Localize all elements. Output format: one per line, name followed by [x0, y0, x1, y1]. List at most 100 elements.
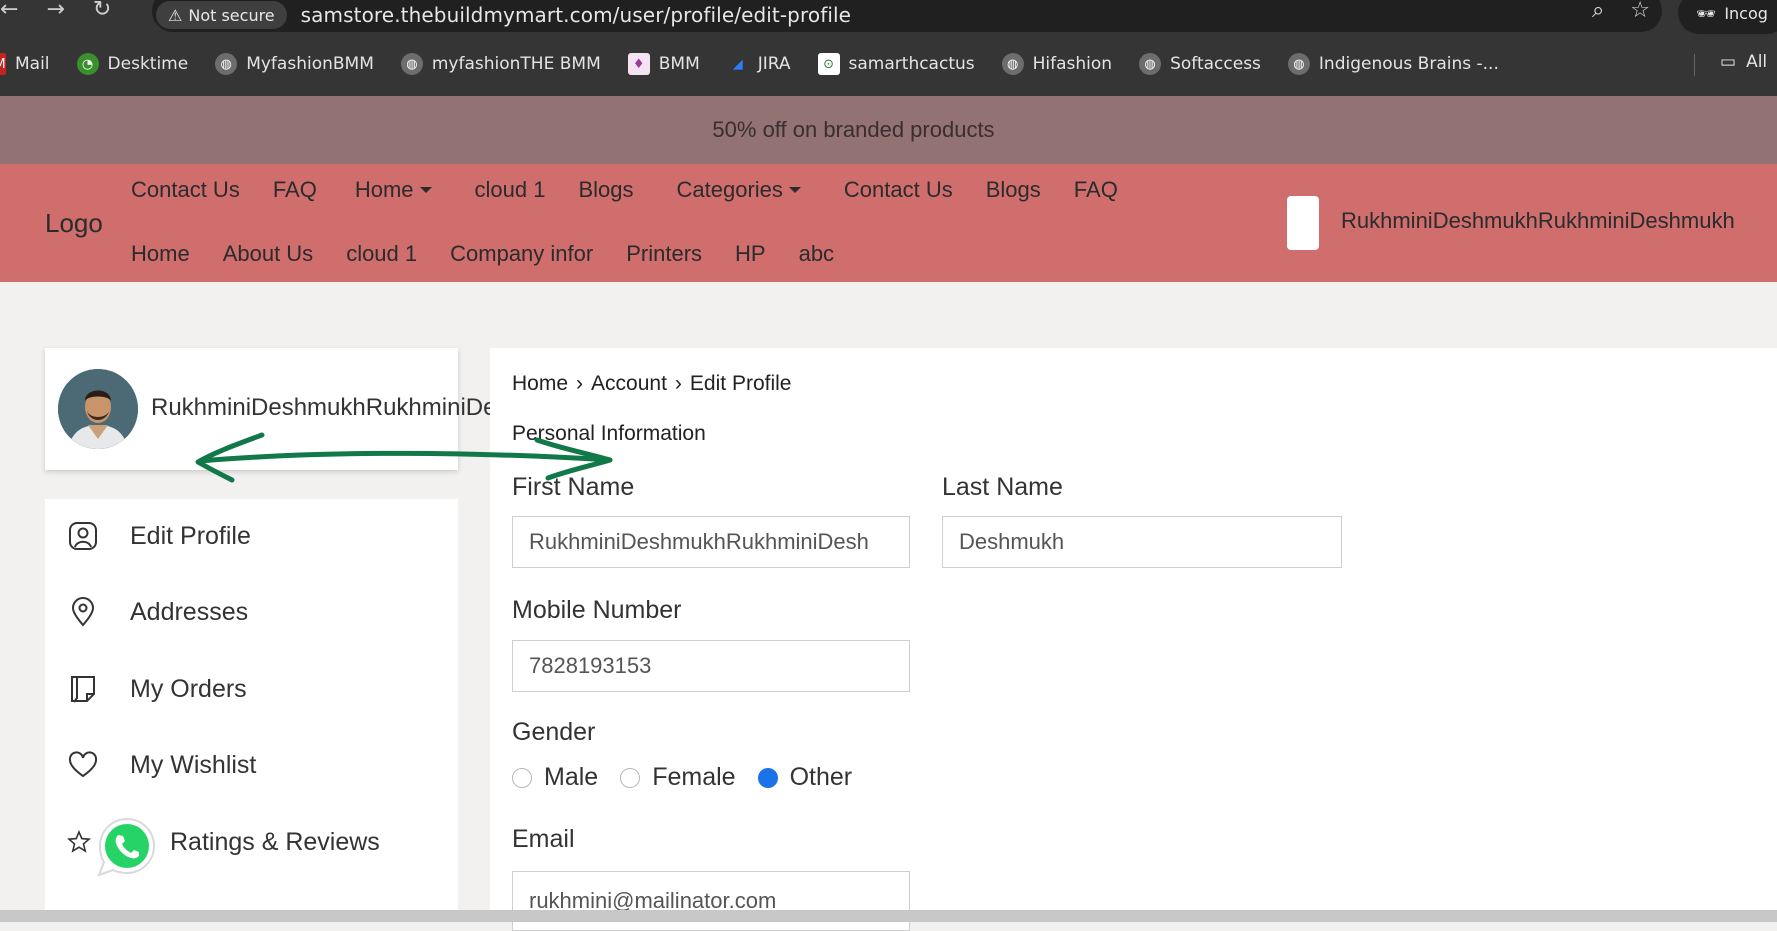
- breadcrumb-account[interactable]: Account: [591, 372, 667, 395]
- nav-faq-2[interactable]: FAQ: [1074, 177, 1118, 203]
- first-name-label: First Name: [512, 473, 635, 501]
- all-bookmarks[interactable]: ▭ All: [1720, 52, 1767, 72]
- gender-option-other[interactable]: Other: [757, 763, 852, 792]
- site-logo[interactable]: Logo: [45, 208, 103, 239]
- address-bar[interactable]: ⚠ Not secure samstore.thebuildmymart.com…: [152, 0, 1662, 32]
- menu-my-orders[interactable]: My Orders: [45, 659, 458, 719]
- bookmark-indigenous-brains[interactable]: ◍ Indigenous Brains -...: [1287, 53, 1499, 75]
- chevron-right-icon: ›: [674, 372, 682, 395]
- horizontal-scrollbar[interactable]: [0, 910, 1777, 922]
- menu-label: Edit Profile: [130, 521, 251, 550]
- nav-faq[interactable]: FAQ: [273, 177, 317, 203]
- promo-text: 50% off on branded products: [712, 117, 995, 142]
- bookmark-desktime[interactable]: ◔ Desktime: [76, 53, 188, 75]
- incognito-chip[interactable]: 🕶 Incog: [1678, 0, 1777, 34]
- bookmark-myfashionthebmm[interactable]: ◍ myfashionTHE BMM: [400, 53, 601, 75]
- bookmark-bmm[interactable]: ♦ BMM: [627, 53, 700, 75]
- menu-edit-profile[interactable]: Edit Profile: [45, 506, 458, 566]
- nav-blogs[interactable]: Blogs: [578, 177, 633, 203]
- last-name-input[interactable]: [942, 516, 1342, 568]
- profile-card: RukhminiDeshmukhRukhminiDeshmukh: [45, 348, 581, 470]
- nav-contact-us-2[interactable]: Contact Us: [844, 177, 953, 203]
- gender-label: Gender: [512, 718, 596, 746]
- menu-label: My Orders: [130, 674, 247, 703]
- security-chip[interactable]: ⚠ Not secure: [156, 1, 287, 29]
- last-name-label: Last Name: [942, 473, 1063, 501]
- browser-nav: ← → ↻: [0, 0, 139, 21]
- nav-blogs-2[interactable]: Blogs: [986, 177, 1041, 203]
- incognito-icon: 🕶: [1696, 3, 1717, 23]
- section-title: Personal Information: [512, 422, 706, 445]
- nav-company-info[interactable]: Company infor: [450, 241, 593, 267]
- menu-my-wishlist[interactable]: My Wishlist: [45, 735, 458, 795]
- header-search-box[interactable]: [1287, 196, 1319, 250]
- email-label: Email: [512, 825, 575, 853]
- caret-down-icon: [788, 187, 801, 193]
- email-input[interactable]: [512, 871, 910, 931]
- security-label: Not secure: [188, 5, 275, 25]
- avatar-portrait: [58, 369, 138, 449]
- bookmark-jira[interactable]: ◢ JIRA: [727, 53, 791, 75]
- bookmark-softaccess[interactable]: ◍ Softaccess: [1139, 53, 1261, 75]
- nav-cloud-1[interactable]: cloud 1: [475, 177, 546, 203]
- url-text[interactable]: samstore.thebuildmymart.com/user/profile…: [301, 3, 851, 27]
- incognito-label: Incog: [1724, 3, 1768, 23]
- menu-label: Ratings & Reviews: [170, 827, 380, 856]
- promo-banner: 50% off on branded products: [0, 96, 1777, 164]
- caret-down-icon: [419, 187, 432, 193]
- radio-button[interactable]: [620, 767, 641, 788]
- nav-row-secondary: Home About Us cloud 1 Company infor Prin…: [131, 241, 867, 267]
- forward-icon[interactable]: →: [46, 0, 64, 21]
- nav-abc[interactable]: abc: [799, 241, 834, 267]
- warning-icon: ⚠: [168, 5, 183, 25]
- nav-printers[interactable]: Printers: [626, 241, 702, 267]
- bookmark-hifashion[interactable]: ◍ Hifashion: [1001, 53, 1112, 75]
- breadcrumb-current: Edit Profile: [689, 372, 792, 395]
- edit-profile-panel: Home › Account › Edit Profile Personal Infor…: [490, 348, 1777, 931]
- reload-icon[interactable]: ↻: [93, 0, 111, 21]
- bookmark-mail[interactable]: M Mail: [0, 53, 50, 75]
- gender-radio-group: Male Female Other: [512, 763, 874, 792]
- globe-icon: ◍: [400, 53, 423, 75]
- globe-icon: ◍: [1001, 53, 1024, 75]
- folder-icon: ▭: [1720, 52, 1737, 72]
- nav-hp[interactable]: HP: [735, 241, 766, 267]
- jira-icon: ◢: [732, 56, 743, 72]
- bookmark-star-icon[interactable]: ☆: [1630, 0, 1650, 23]
- bookmark-samarthcactus[interactable]: ⊙ samarthcactus: [817, 53, 975, 75]
- gender-option-male[interactable]: Male: [512, 763, 598, 792]
- menu-addresses[interactable]: Addresses: [45, 582, 458, 642]
- whatsapp-icon: [97, 817, 155, 877]
- breadcrumb: Home › Account › Edit Profile: [512, 372, 791, 396]
- nav-home[interactable]: Home: [131, 241, 190, 267]
- mobile-number-label: Mobile Number: [512, 596, 682, 624]
- bookmark-myfashionbmm[interactable]: ◍ MyfashionBMM: [215, 53, 374, 75]
- globe-icon: ◍: [1139, 53, 1162, 75]
- gender-option-female[interactable]: Female: [620, 763, 736, 792]
- breadcrumb-home[interactable]: Home: [512, 372, 568, 395]
- browser-chrome: ← → ↻ ⚠ Not secure samstore.thebuildmyma…: [0, 0, 1777, 96]
- nav-contact-us[interactable]: Contact Us: [131, 177, 240, 203]
- gmail-icon: M: [0, 53, 6, 75]
- back-icon[interactable]: ←: [0, 0, 18, 21]
- globe-icon: ◍: [1287, 53, 1310, 75]
- heart-icon: [67, 749, 99, 781]
- nav-cloud-1-b[interactable]: cloud 1: [346, 241, 417, 267]
- first-name-input[interactable]: [512, 516, 910, 568]
- avatar: [58, 369, 138, 449]
- bookmarks-bar: M Mail ◔ Desktime ◍ MyfashionBMM ◍ myfas…: [0, 48, 1526, 80]
- header-user-name[interactable]: RukhminiDeshmukhRukhminiDeshmukh: [1341, 208, 1735, 234]
- cactus-icon: ⊙: [817, 53, 840, 75]
- radio-button[interactable]: [512, 767, 532, 788]
- nav-about-us[interactable]: About Us: [223, 241, 314, 267]
- bookmarks-divider: [1694, 54, 1695, 76]
- globe-icon: ◍: [215, 53, 238, 75]
- nav-categories-dropdown[interactable]: Categories: [677, 177, 801, 203]
- whatsapp-button[interactable]: [94, 815, 160, 881]
- nav-home-dropdown[interactable]: Home: [355, 177, 432, 203]
- mobile-number-input[interactable]: [512, 640, 910, 692]
- chevron-right-icon: ›: [576, 372, 584, 395]
- radio-button-selected[interactable]: [757, 767, 778, 788]
- menu-label: My Wishlist: [130, 750, 257, 779]
- zoom-icon[interactable]: ⌕: [1592, 0, 1604, 23]
